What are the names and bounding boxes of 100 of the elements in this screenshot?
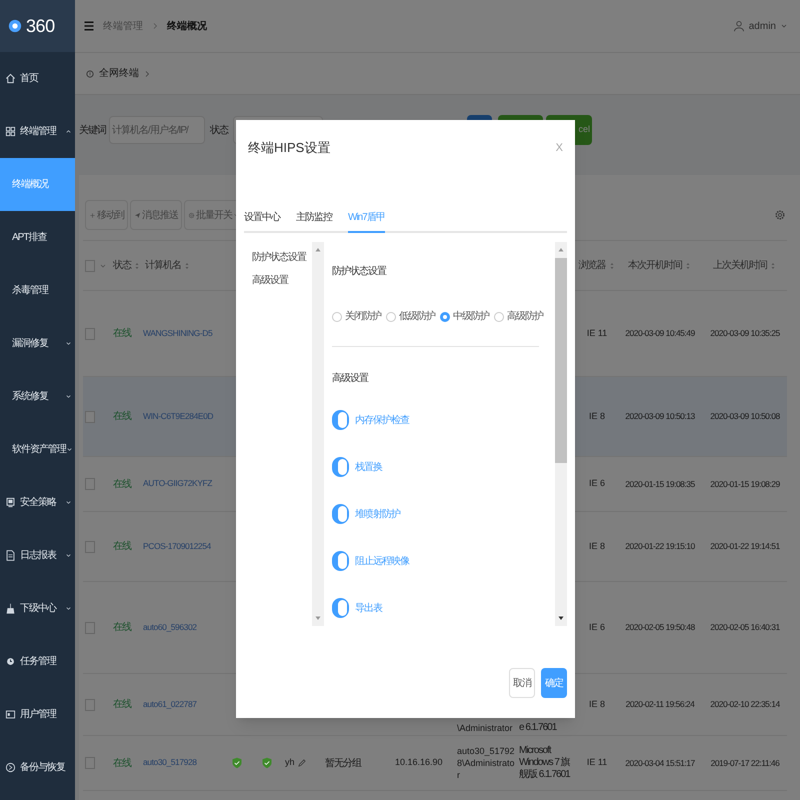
status-text: 在线 — [113, 622, 131, 633]
switch-label: 内存保护检查 — [355, 414, 409, 428]
chevron-right-icon — [151, 22, 159, 30]
home-icon — [5, 73, 16, 84]
scrollbar-thumb[interactable] — [555, 258, 567, 463]
os-text: e 6.1.7601 — [519, 722, 556, 733]
scrollbar[interactable] — [312, 242, 324, 626]
monitor-icon — [5, 497, 16, 508]
sidebar-item[interactable]: APT排查 — [0, 211, 75, 264]
column-header: 浏览器 — [578, 258, 606, 273]
checkbox[interactable] — [85, 478, 95, 490]
radio-button[interactable] — [386, 312, 396, 322]
keyword-input[interactable]: 计算机名/用户名/IP/ — [109, 116, 205, 144]
user-text: auto30_517928\Administrator — [457, 746, 515, 780]
time-text: 2020-03-09 10:50:08 — [710, 411, 780, 422]
sort-icon — [183, 260, 191, 270]
chevron-right-icon — [143, 70, 151, 78]
toggle-switch[interactable] — [332, 504, 349, 524]
os-text: Microsoft Windows 7 旗舰版 6.1.7601 — [519, 745, 570, 780]
document-icon — [5, 550, 16, 561]
dialog-tab[interactable]: 主防监控 — [296, 210, 332, 233]
logo-text: 360 — [26, 14, 55, 38]
sidebar-item[interactable]: 日志报表 — [0, 529, 75, 582]
checkbox[interactable] — [85, 622, 95, 634]
scroll-down-icon — [557, 614, 565, 622]
sort-icon — [684, 260, 692, 270]
checkbox[interactable] — [85, 757, 95, 769]
sidebar-item[interactable]: 终端管理 — [0, 105, 75, 158]
toggle-switch[interactable] — [332, 551, 349, 571]
sidebar-item[interactable]: 下级中心 — [0, 582, 75, 635]
radio-button[interactable] — [494, 312, 504, 322]
time-text: 2020-01-22 19:15:10 — [625, 541, 695, 552]
dialog-nav-item[interactable]: 防护状态设置 — [252, 250, 312, 265]
sidebar-item[interactable]: 任务管理 — [0, 635, 75, 688]
settings-icon[interactable] — [774, 209, 786, 221]
chevron-icon — [65, 340, 72, 347]
radio-option[interactable]: 中级防护 — [440, 309, 489, 324]
toggle-switch[interactable] — [332, 457, 349, 477]
toggle-switch[interactable] — [332, 598, 349, 618]
gear-icon — [188, 212, 195, 218]
switch-label: 阻止远程映像 — [355, 554, 409, 568]
checkbox[interactable] — [85, 540, 95, 552]
scroll-up-icon — [557, 246, 565, 254]
chevron-icon — [65, 605, 72, 612]
browser-text: IE 6 — [588, 622, 605, 632]
checkbox[interactable] — [85, 260, 95, 272]
table-row[interactable]: 在线 auto30_517928 yh 暂无分组 10.16.16.90 auto30_517928\Administrator Microsoft Windows 7 旗舰版 6.1.7601 IE 11 2020-03-04 15:51:17 2019-07-17 22:11:46 — [83, 736, 787, 790]
sidebar-item[interactable]: 备份与恢复 — [0, 741, 75, 794]
toggle-switch[interactable] — [332, 410, 349, 430]
status-text: 在线 — [113, 541, 131, 552]
column-header: 计算机名 — [145, 258, 181, 273]
ip-text: 10.16.16.90 — [395, 757, 443, 768]
radio-option[interactable]: 关闭防护 — [332, 309, 381, 324]
time-text: 2020-02-10 22:35:14 — [710, 699, 780, 710]
checkbox[interactable] — [85, 698, 95, 710]
status-text: 在线 — [113, 328, 131, 339]
section-title: 高级设置 — [332, 372, 370, 386]
sort-icon — [769, 260, 777, 270]
clock-icon — [5, 656, 16, 667]
radio-option[interactable]: 低级防护 — [386, 309, 435, 324]
time-text: 2020-02-05 16:40:31 — [710, 622, 780, 632]
sidebar-item[interactable]: 软件资产管理 — [0, 423, 75, 476]
user-menu[interactable]: admin — [732, 18, 792, 34]
time-text: 2020-03-09 10:50:13 — [625, 411, 695, 422]
sidebar-item[interactable]: 用户管理 — [0, 688, 75, 741]
radio-option[interactable]: 高级防护 — [494, 309, 543, 324]
browser-text: IE 8 — [588, 540, 605, 551]
time-text: 2020-02-05 19:50:48 — [625, 622, 695, 632]
sidebar-item[interactable]: 首页 — [0, 52, 75, 105]
pencil-icon — [296, 758, 307, 768]
time-text: 2020-03-04 15:51:17 — [625, 758, 695, 768]
browser-text: IE 8 — [588, 410, 605, 421]
scope-link[interactable]: 全网终端 — [99, 66, 139, 81]
browser-text: IE 6 — [588, 478, 605, 488]
sort-icon — [133, 260, 141, 270]
switch-label: 堆喷射防护 — [355, 508, 400, 522]
user-text: \Administrator — [457, 723, 513, 733]
column-header: 状态 — [113, 258, 131, 273]
radio-button[interactable] — [440, 312, 450, 322]
dialog-tab[interactable]: 设置中心 — [244, 210, 280, 233]
scrollbar[interactable] — [555, 242, 567, 626]
sidebar-item[interactable]: 漏洞修复 — [0, 317, 75, 370]
status-text: 在线 — [113, 411, 131, 422]
chevron-icon — [66, 446, 73, 453]
circle-icon — [5, 762, 16, 773]
sidebar-item[interactable]: 系统修复 — [0, 370, 75, 423]
checkbox[interactable] — [85, 410, 95, 422]
radio-button[interactable] — [332, 312, 342, 322]
id-card-icon — [5, 709, 16, 720]
keyword-label: 关键词 — [79, 124, 106, 138]
status-text: 在线 — [113, 758, 131, 768]
sidebar-item[interactable]: 安全策略 — [0, 476, 75, 529]
dialog-nav-item[interactable]: 高级设置 — [252, 273, 312, 288]
sidebar-item[interactable]: 杀毒管理 — [0, 264, 75, 317]
section-title: 防护状态设置 — [332, 264, 388, 279]
cancel-button[interactable]: 取消 — [509, 668, 535, 698]
checkbox[interactable] — [85, 328, 95, 340]
time-text: 2020-03-09 10:45:49 — [625, 328, 695, 338]
scroll-down-icon — [314, 614, 322, 622]
user-icon — [732, 20, 745, 32]
